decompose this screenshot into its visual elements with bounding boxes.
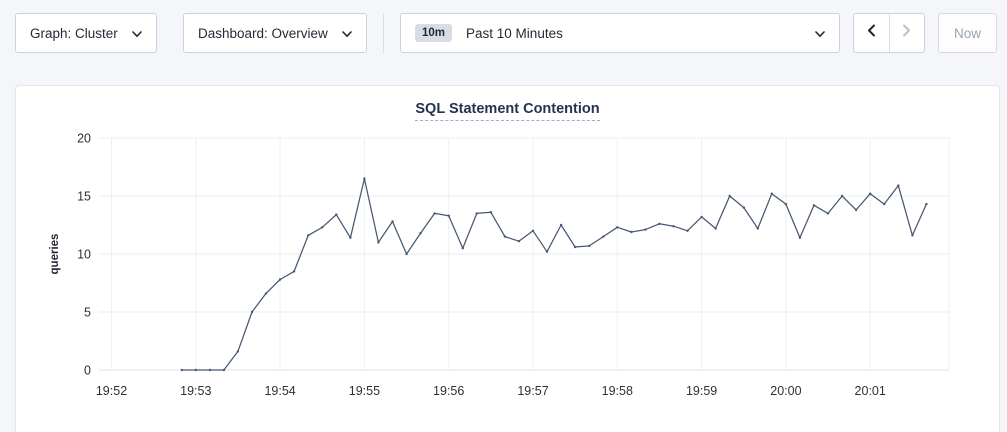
data-point bbox=[223, 369, 225, 371]
data-point bbox=[897, 184, 899, 186]
data-point bbox=[307, 234, 309, 236]
data-point bbox=[349, 237, 351, 239]
graph-dropdown-label: Graph: Cluster bbox=[30, 26, 118, 41]
data-point bbox=[869, 193, 871, 195]
y-tick-label: 5 bbox=[84, 306, 91, 320]
x-tick-label: 19:56 bbox=[433, 384, 464, 398]
data-line bbox=[182, 179, 927, 370]
dashboard-dropdown-label: Dashboard: Overview bbox=[198, 26, 328, 41]
chevron-right-icon bbox=[902, 24, 911, 42]
data-point bbox=[363, 177, 365, 179]
x-tick-label: 19:59 bbox=[686, 384, 717, 398]
previous-timeframe-button[interactable] bbox=[854, 14, 890, 52]
data-point bbox=[743, 206, 745, 208]
time-nav-group bbox=[853, 13, 925, 53]
x-tick-label: 19:58 bbox=[602, 384, 633, 398]
chevron-down-icon bbox=[132, 26, 142, 41]
data-point bbox=[855, 209, 857, 211]
chevron-down-icon bbox=[342, 26, 352, 41]
x-tick-label: 19:53 bbox=[180, 384, 211, 398]
data-point bbox=[377, 241, 379, 243]
data-point bbox=[546, 251, 548, 253]
data-point bbox=[813, 204, 815, 206]
data-point bbox=[293, 270, 295, 272]
data-point bbox=[462, 247, 464, 249]
toolbar-divider bbox=[383, 13, 384, 53]
data-point bbox=[883, 203, 885, 205]
data-point bbox=[841, 195, 843, 197]
data-point bbox=[658, 223, 660, 225]
chart-card: SQL Statement Contention 0510152019:5219… bbox=[15, 85, 1000, 432]
data-point bbox=[181, 369, 183, 371]
data-point bbox=[195, 369, 197, 371]
data-point bbox=[672, 225, 674, 227]
data-point bbox=[279, 278, 281, 280]
data-point bbox=[602, 235, 604, 237]
data-point bbox=[560, 224, 562, 226]
y-tick-label: 10 bbox=[77, 248, 91, 262]
now-button-label: Now bbox=[954, 26, 981, 41]
time-range-label: Past 10 Minutes bbox=[466, 26, 563, 41]
sql-contention-line-chart[interactable]: 0 5 10 15 20 19:52 19:53 19:54 19:55 19:56 19:57 19… bbox=[16, 86, 1001, 431]
data-point bbox=[799, 237, 801, 239]
x-tick-label: 19:52 bbox=[96, 384, 127, 398]
y-tick-label: 15 bbox=[77, 190, 91, 204]
data-point bbox=[490, 211, 492, 213]
data-point bbox=[251, 311, 253, 313]
time-range-badge: 10m bbox=[415, 24, 452, 42]
data-point bbox=[925, 203, 927, 205]
data-point bbox=[574, 246, 576, 248]
data-point bbox=[209, 369, 211, 371]
time-range-dropdown[interactable]: 10m Past 10 Minutes bbox=[400, 13, 840, 53]
data-point bbox=[433, 212, 435, 214]
data-point bbox=[335, 213, 337, 215]
data-point bbox=[405, 253, 407, 255]
data-point bbox=[911, 234, 913, 236]
data-point bbox=[448, 215, 450, 217]
x-tick-label: 19:55 bbox=[349, 384, 380, 398]
data-point bbox=[785, 203, 787, 205]
data-point bbox=[532, 230, 534, 232]
data-point bbox=[504, 235, 506, 237]
data-point bbox=[391, 220, 393, 222]
y-axis-label: queries bbox=[49, 234, 61, 275]
data-point bbox=[630, 231, 632, 233]
data-point bbox=[321, 226, 323, 228]
data-point bbox=[714, 227, 716, 229]
x-tick-label: 20:00 bbox=[770, 384, 801, 398]
data-point bbox=[588, 245, 590, 247]
data-point bbox=[616, 226, 618, 228]
data-point bbox=[476, 212, 478, 214]
data-point bbox=[827, 212, 829, 214]
data-point bbox=[729, 195, 731, 197]
chevron-left-icon bbox=[867, 24, 876, 42]
next-timeframe-button[interactable] bbox=[890, 14, 925, 52]
data-point bbox=[686, 230, 688, 232]
data-point bbox=[757, 227, 759, 229]
dashboard-dropdown[interactable]: Dashboard: Overview bbox=[183, 13, 367, 53]
data-point bbox=[700, 216, 702, 218]
x-tick-label: 20:01 bbox=[855, 384, 886, 398]
y-tick-label: 0 bbox=[84, 364, 91, 378]
x-tick-label: 19:54 bbox=[264, 384, 295, 398]
chevron-down-icon bbox=[815, 26, 825, 41]
data-point bbox=[644, 228, 646, 230]
data-point bbox=[771, 193, 773, 195]
graph-dropdown[interactable]: Graph: Cluster bbox=[15, 13, 157, 53]
data-point bbox=[237, 350, 239, 352]
data-point bbox=[265, 292, 267, 294]
data-point bbox=[419, 232, 421, 234]
x-tick-label: 19:57 bbox=[517, 384, 548, 398]
y-tick-label: 20 bbox=[77, 132, 91, 146]
now-button[interactable]: Now bbox=[938, 13, 997, 53]
data-point bbox=[518, 240, 520, 242]
